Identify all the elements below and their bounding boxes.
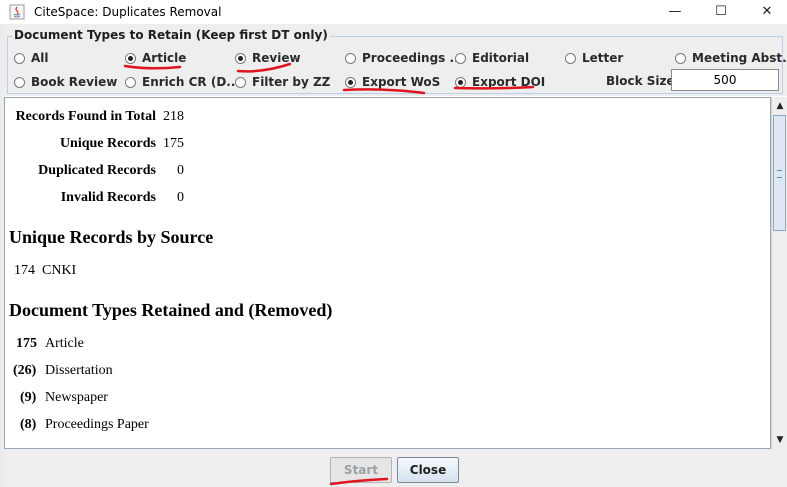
doc-type-count: 175	[16, 336, 37, 351]
stat-value-invalid: 0	[177, 190, 184, 205]
radio-label: Export DOI	[472, 75, 546, 89]
radio-enrich-cr[interactable]: Enrich CR (D...	[125, 75, 240, 93]
stat-label-total: Records Found in Total	[15, 109, 156, 124]
stat-value-total: 218	[163, 109, 184, 124]
minimize-button[interactable]: —	[652, 0, 698, 24]
radio-article[interactable]: Article	[125, 51, 186, 69]
radio-label: Proceedings ...	[362, 51, 464, 65]
java-app-icon	[9, 4, 25, 20]
doc-type-count: (9)	[20, 390, 37, 405]
radio-indicator-icon	[455, 77, 466, 88]
radio-indicator-icon	[125, 53, 136, 64]
doc-type-name: Proceedings Paper	[45, 417, 149, 432]
doc-type-name: Article	[45, 336, 84, 351]
block-size-input[interactable]	[671, 69, 779, 91]
radio-indicator-icon	[455, 53, 466, 64]
radio-book-review[interactable]: Book Review	[14, 75, 117, 93]
radio-all[interactable]: All	[14, 51, 49, 69]
radio-meeting-abstract[interactable]: Meeting Abst...	[675, 51, 787, 69]
doc-types-heading: Document Types Retained and (Removed)	[9, 300, 333, 320]
stat-label-invalid: Invalid Records	[60, 190, 156, 205]
radio-indicator-icon	[565, 53, 576, 64]
source-name: CNKI	[42, 263, 77, 278]
stat-label-duplicated: Duplicated Records	[38, 163, 156, 178]
close-button[interactable]: Close	[397, 457, 459, 483]
doc-type-count: (26)	[13, 363, 37, 378]
doc-type-name: Newspaper	[45, 390, 108, 405]
radio-label: Export WoS	[362, 75, 441, 89]
radio-export-wos[interactable]: Export WoS	[345, 75, 440, 93]
scroll-grip-icon	[777, 170, 782, 178]
radio-label: Book Review	[31, 75, 118, 89]
doc-type-name: Dissertation	[45, 363, 113, 378]
radio-indicator-icon	[235, 53, 246, 64]
close-window-button[interactable]: ✕	[744, 0, 787, 24]
scroll-down-arrow-icon[interactable]: ▼	[774, 434, 786, 446]
radio-review[interactable]: Review	[235, 51, 301, 69]
block-size-label: Block Size:	[606, 74, 680, 88]
radio-editorial[interactable]: Editorial	[455, 51, 529, 69]
radio-indicator-icon	[14, 77, 25, 88]
group-legend: Document Types to Retain (Keep first DT …	[12, 28, 330, 42]
radio-label: Meeting Abst...	[692, 51, 787, 65]
doc-type-count: (8)	[20, 417, 37, 432]
radio-label: All	[31, 51, 49, 65]
unique-by-source-heading: Unique Records by Source	[9, 227, 214, 247]
start-button[interactable]: Start	[330, 457, 392, 483]
source-count: 174	[14, 263, 35, 278]
radio-indicator-icon	[345, 77, 356, 88]
vertical-scrollbar[interactable]: ▲ ▼	[771, 97, 787, 449]
scrollbar-thumb[interactable]	[773, 115, 786, 231]
radio-indicator-icon	[235, 77, 246, 88]
stat-value-duplicated: 0	[177, 163, 184, 178]
radio-label: Letter	[582, 51, 624, 65]
radio-filter-by-zz[interactable]: Filter by ZZ	[235, 75, 330, 93]
radio-letter[interactable]: Letter	[565, 51, 623, 69]
window-title: CiteSpace: Duplicates Removal	[34, 5, 222, 19]
maximize-button[interactable]: ☐	[698, 0, 744, 24]
radio-label: Enrich CR (D...	[142, 75, 240, 89]
radio-label: Filter by ZZ	[252, 75, 331, 89]
radio-indicator-icon	[125, 77, 136, 88]
title-bar: CiteSpace: Duplicates Removal — ☐ ✕	[0, 0, 787, 24]
radio-proceedings[interactable]: Proceedings ...	[345, 51, 463, 69]
radio-label: Editorial	[472, 51, 530, 65]
radio-indicator-icon	[675, 53, 686, 64]
report-panel: Records Found in Total 218 Unique Record…	[4, 97, 771, 449]
radio-indicator-icon	[345, 53, 356, 64]
radio-label: Article	[142, 51, 187, 65]
stat-value-unique: 175	[163, 136, 184, 151]
radio-label: Review	[252, 51, 301, 65]
radio-export-doi[interactable]: Export DOI	[455, 75, 545, 93]
scroll-up-arrow-icon[interactable]: ▲	[774, 100, 786, 112]
radio-indicator-icon	[14, 53, 25, 64]
stat-label-unique: Unique Records	[59, 136, 156, 151]
button-bar: Start Close	[4, 449, 787, 487]
